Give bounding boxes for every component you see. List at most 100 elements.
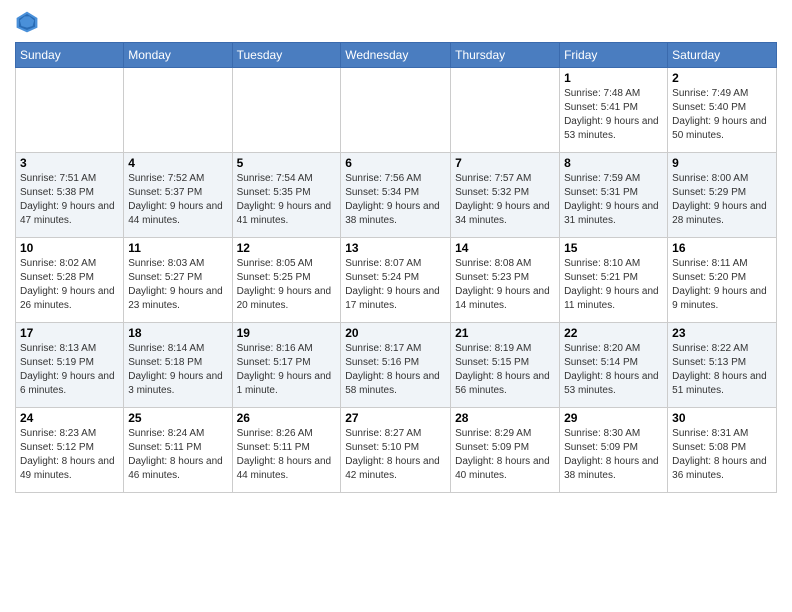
calendar-cell: 22Sunrise: 8:20 AM Sunset: 5:14 PM Dayli… — [560, 323, 668, 408]
day-info: Sunrise: 8:31 AM Sunset: 5:08 PM Dayligh… — [672, 427, 772, 483]
page-container: SundayMondayTuesdayWednesdayThursdayFrid… — [0, 0, 792, 503]
day-info: Sunrise: 7:51 AM Sunset: 5:38 PM Dayligh… — [20, 172, 119, 228]
day-number: 26 — [237, 411, 337, 425]
day-info: Sunrise: 8:27 AM Sunset: 5:10 PM Dayligh… — [345, 427, 446, 483]
calendar-cell: 13Sunrise: 8:07 AM Sunset: 5:24 PM Dayli… — [341, 238, 451, 323]
calendar-cell: 15Sunrise: 8:10 AM Sunset: 5:21 PM Dayli… — [560, 238, 668, 323]
calendar-cell: 20 Sunrise: 8:17 AM Sunset: 5:16 PM Dayli… — [341, 323, 451, 408]
day-info: Sunrise: 7:54 AM Sunset: 5:35 PM Dayligh… — [237, 172, 337, 228]
day-number: 29 — [564, 411, 663, 425]
day-number: 9 — [672, 156, 772, 170]
day-info: Sunrise: 8:17 AM Sunset: 5:16 PM Dayligh… — [345, 342, 446, 398]
day-info: Sunrise: 8:10 AM Sunset: 5:21 PM Dayligh… — [564, 257, 663, 313]
calendar-cell: 24 Sunrise: 8:23 AM Sunset: 5:12 PM Dayli… — [16, 408, 124, 493]
weekday-header-row: SundayMondayTuesdayWednesdayThursdayFrid… — [16, 43, 777, 68]
day-number: 19 — [237, 326, 337, 340]
weekday-header-friday: Friday — [560, 43, 668, 68]
day-number: 11 — [128, 241, 227, 255]
day-number: 20 — [345, 326, 446, 340]
day-info: Sunrise: 7:52 AM Sunset: 5:37 PM Dayligh… — [128, 172, 227, 228]
header — [15, 10, 777, 34]
calendar-cell: 17Sunrise: 8:13 AM Sunset: 5:19 PM Dayli… — [16, 323, 124, 408]
day-number: 16 — [672, 241, 772, 255]
day-number: 5 — [237, 156, 337, 170]
calendar-cell: 30Sunrise: 8:31 AM Sunset: 5:08 PM Dayli… — [668, 408, 777, 493]
calendar-table: SundayMondayTuesdayWednesdayThursdayFrid… — [15, 42, 777, 493]
day-info: Sunrise: 8:11 AM Sunset: 5:20 PM Dayligh… — [672, 257, 772, 313]
calendar-cell — [451, 68, 560, 153]
day-number: 6 — [345, 156, 446, 170]
day-info: Sunrise: 8:14 AM Sunset: 5:18 PM Dayligh… — [128, 342, 227, 398]
day-info: Sunrise: 8:26 AM Sunset: 5:11 PM Dayligh… — [237, 427, 337, 483]
calendar-cell: 14Sunrise: 8:08 AM Sunset: 5:23 PM Dayli… — [451, 238, 560, 323]
day-number: 21 — [455, 326, 555, 340]
calendar-cell: 10 Sunrise: 8:02 AM Sunset: 5:28 PM Dayli… — [16, 238, 124, 323]
day-number: 3 — [20, 156, 119, 170]
calendar-cell — [16, 68, 124, 153]
day-number: 7 — [455, 156, 555, 170]
day-info: Sunrise: 7:49 AM Sunset: 5:40 PM Dayligh… — [672, 87, 772, 143]
day-number: 28 — [455, 411, 555, 425]
day-info: Sunrise: 8:00 AM Sunset: 5:29 PM Dayligh… — [672, 172, 772, 228]
calendar-header: SundayMondayTuesdayWednesdayThursdayFrid… — [16, 43, 777, 68]
day-info: Sunrise: 8:05 AM Sunset: 5:25 PM Dayligh… — [237, 257, 337, 313]
day-info: Sunrise: 8:30 AM Sunset: 5:09 PM Dayligh… — [564, 427, 663, 483]
day-info: Sunrise: 8:16 AM Sunset: 5:17 PM Dayligh… — [237, 342, 337, 398]
calendar-cell: 8 Sunrise: 7:59 AM Sunset: 5:31 PM Daylig… — [560, 153, 668, 238]
calendar-cell: 25 Sunrise: 8:24 AM Sunset: 5:11 PM Dayli… — [124, 408, 232, 493]
day-info: Sunrise: 8:22 AM Sunset: 5:13 PM Dayligh… — [672, 342, 772, 398]
calendar-cell: 11 Sunrise: 8:03 AM Sunset: 5:27 PM Dayli… — [124, 238, 232, 323]
calendar-cell — [341, 68, 451, 153]
calendar-cell: 6 Sunrise: 7:56 AM Sunset: 5:34 PM Daylig… — [341, 153, 451, 238]
calendar-cell: 4Sunrise: 7:52 AM Sunset: 5:37 PM Daylig… — [124, 153, 232, 238]
weekday-header-thursday: Thursday — [451, 43, 560, 68]
day-number: 14 — [455, 241, 555, 255]
calendar-cell: 18 Sunrise: 8:14 AM Sunset: 5:18 PM Dayli… — [124, 323, 232, 408]
day-number: 23 — [672, 326, 772, 340]
calendar-cell: 23 Sunrise: 8:22 AM Sunset: 5:13 PM Dayli… — [668, 323, 777, 408]
calendar-cell: 21 Sunrise: 8:19 AM Sunset: 5:15 PM Dayli… — [451, 323, 560, 408]
weekday-header-sunday: Sunday — [16, 43, 124, 68]
calendar-week-2: 3 Sunrise: 7:51 AM Sunset: 5:38 PM Daylig… — [16, 153, 777, 238]
day-info: Sunrise: 7:48 AM Sunset: 5:41 PM Dayligh… — [564, 87, 663, 143]
calendar-week-3: 10 Sunrise: 8:02 AM Sunset: 5:28 PM Dayli… — [16, 238, 777, 323]
day-number: 13 — [345, 241, 446, 255]
calendar-week-4: 17Sunrise: 8:13 AM Sunset: 5:19 PM Dayli… — [16, 323, 777, 408]
calendar-week-1: 1 Sunrise: 7:48 AM Sunset: 5:41 PM Daylig… — [16, 68, 777, 153]
logo — [15, 10, 41, 34]
calendar-cell: 7 Sunrise: 7:57 AM Sunset: 5:32 PM Daylig… — [451, 153, 560, 238]
calendar-cell: 27Sunrise: 8:27 AM Sunset: 5:10 PM Dayli… — [341, 408, 451, 493]
day-number: 1 — [564, 71, 663, 85]
day-info: Sunrise: 8:20 AM Sunset: 5:14 PM Dayligh… — [564, 342, 663, 398]
day-info: Sunrise: 8:29 AM Sunset: 5:09 PM Dayligh… — [455, 427, 555, 483]
calendar-cell: 2 Sunrise: 7:49 AM Sunset: 5:40 PM Daylig… — [668, 68, 777, 153]
weekday-header-wednesday: Wednesday — [341, 43, 451, 68]
day-number: 18 — [128, 326, 227, 340]
day-info: Sunrise: 7:57 AM Sunset: 5:32 PM Dayligh… — [455, 172, 555, 228]
day-info: Sunrise: 7:56 AM Sunset: 5:34 PM Dayligh… — [345, 172, 446, 228]
calendar-cell: 16 Sunrise: 8:11 AM Sunset: 5:20 PM Dayli… — [668, 238, 777, 323]
day-number: 2 — [672, 71, 772, 85]
day-number: 25 — [128, 411, 227, 425]
day-info: Sunrise: 8:24 AM Sunset: 5:11 PM Dayligh… — [128, 427, 227, 483]
calendar-cell — [232, 68, 341, 153]
day-info: Sunrise: 8:13 AM Sunset: 5:19 PM Dayligh… — [20, 342, 119, 398]
day-number: 10 — [20, 241, 119, 255]
weekday-header-monday: Monday — [124, 43, 232, 68]
calendar-cell: 3 Sunrise: 7:51 AM Sunset: 5:38 PM Daylig… — [16, 153, 124, 238]
calendar-cell: 12Sunrise: 8:05 AM Sunset: 5:25 PM Dayli… — [232, 238, 341, 323]
day-info: Sunrise: 8:23 AM Sunset: 5:12 PM Dayligh… — [20, 427, 119, 483]
calendar-cell: 29 Sunrise: 8:30 AM Sunset: 5:09 PM Dayli… — [560, 408, 668, 493]
day-number: 8 — [564, 156, 663, 170]
calendar-cell: 5 Sunrise: 7:54 AM Sunset: 5:35 PM Daylig… — [232, 153, 341, 238]
day-info: Sunrise: 8:19 AM Sunset: 5:15 PM Dayligh… — [455, 342, 555, 398]
calendar-cell: 1 Sunrise: 7:48 AM Sunset: 5:41 PM Daylig… — [560, 68, 668, 153]
day-info: Sunrise: 8:02 AM Sunset: 5:28 PM Dayligh… — [20, 257, 119, 313]
calendar-cell: 26 Sunrise: 8:26 AM Sunset: 5:11 PM Dayli… — [232, 408, 341, 493]
day-info: Sunrise: 7:59 AM Sunset: 5:31 PM Dayligh… — [564, 172, 663, 228]
calendar-cell — [124, 68, 232, 153]
weekday-header-saturday: Saturday — [668, 43, 777, 68]
calendar-week-5: 24 Sunrise: 8:23 AM Sunset: 5:12 PM Dayli… — [16, 408, 777, 493]
day-number: 24 — [20, 411, 119, 425]
day-info: Sunrise: 8:03 AM Sunset: 5:27 PM Dayligh… — [128, 257, 227, 313]
